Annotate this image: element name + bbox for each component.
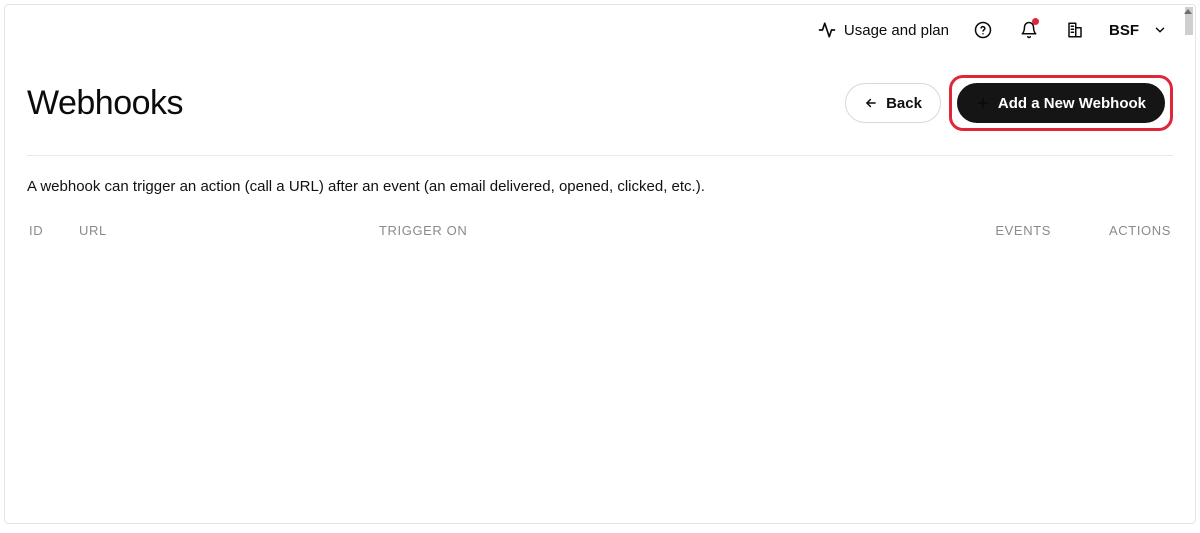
column-header-actions: ACTIONS bbox=[1051, 223, 1171, 238]
workspace-switcher[interactable]: BSF bbox=[1109, 22, 1167, 39]
building-icon bbox=[1066, 21, 1084, 39]
page-title: Webhooks bbox=[27, 84, 183, 123]
apps-button[interactable] bbox=[1063, 18, 1087, 42]
usage-label: Usage and plan bbox=[844, 22, 949, 39]
column-header-events: EVENTS bbox=[931, 223, 1051, 238]
back-button[interactable]: Back bbox=[845, 83, 941, 123]
back-button-label: Back bbox=[886, 95, 922, 112]
topbar: Usage and plan bbox=[5, 5, 1195, 55]
column-header-trigger-on: TRIGGER ON bbox=[379, 223, 931, 238]
page-header: Webhooks Back bbox=[5, 55, 1195, 155]
notifications-button[interactable] bbox=[1017, 18, 1041, 42]
chevron-down-icon bbox=[1153, 23, 1167, 37]
plus-icon bbox=[976, 96, 990, 110]
header-actions: Back Add a New Webhook bbox=[845, 75, 1173, 131]
webhooks-table-header: ID URL TRIGGER ON EVENTS ACTIONS bbox=[5, 223, 1195, 238]
arrow-left-icon bbox=[864, 96, 878, 110]
app-frame: Usage and plan bbox=[4, 4, 1196, 524]
column-header-url: URL bbox=[79, 223, 379, 238]
page-description: A webhook can trigger an action (call a … bbox=[5, 156, 1195, 223]
help-button[interactable] bbox=[971, 18, 995, 42]
workspace-label: BSF bbox=[1109, 22, 1139, 39]
activity-icon bbox=[818, 21, 836, 39]
add-webhook-button-label: Add a New Webhook bbox=[998, 95, 1146, 112]
scrollbar-up-arrow-icon[interactable] bbox=[1184, 9, 1192, 14]
usage-and-plan-link[interactable]: Usage and plan bbox=[818, 21, 949, 39]
notification-dot-icon bbox=[1032, 18, 1039, 25]
add-webhook-button[interactable]: Add a New Webhook bbox=[957, 83, 1165, 123]
help-icon bbox=[974, 21, 992, 39]
column-header-id: ID bbox=[29, 223, 79, 238]
highlight-ring: Add a New Webhook bbox=[949, 75, 1173, 131]
